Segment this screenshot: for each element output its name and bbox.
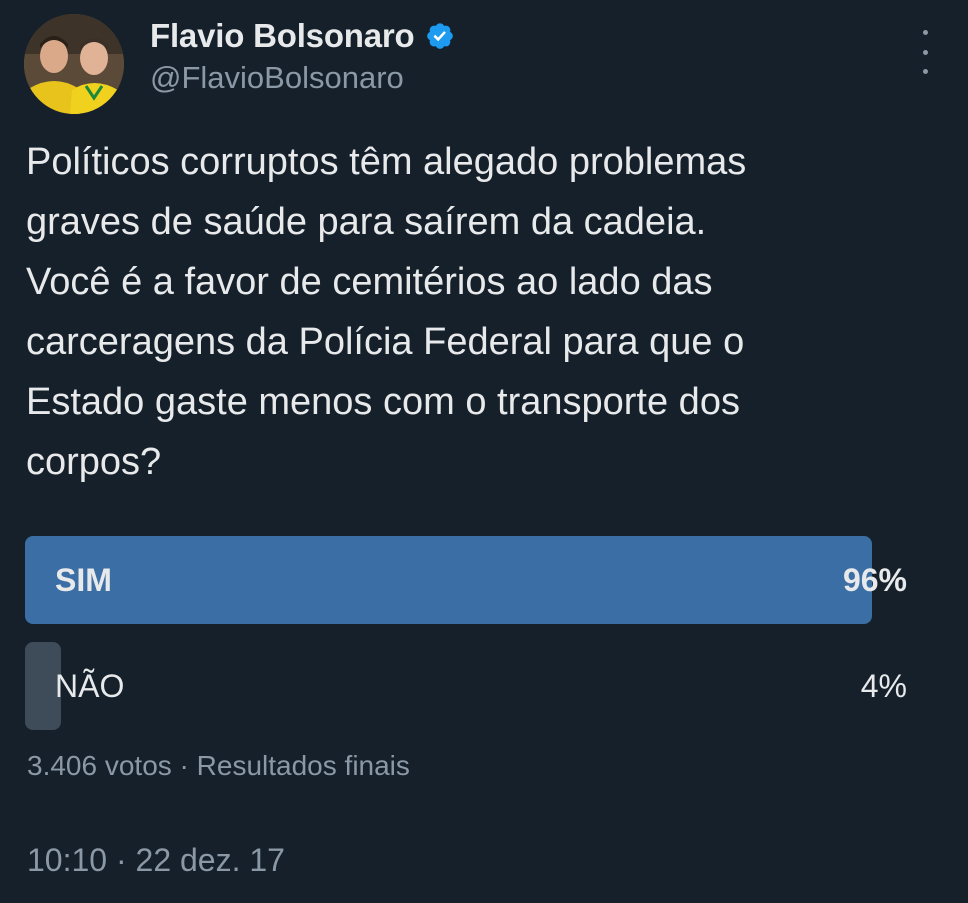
poll-option-percent: 4%	[860, 668, 907, 704]
more-dot	[922, 49, 928, 55]
poll-result-bar	[25, 536, 872, 624]
poll-option-sim: SIM 96%	[25, 536, 907, 624]
poll-option-nao: NÃO 4%	[25, 642, 907, 730]
poll-meta: 3.406 votos · Resultados finais	[27, 750, 410, 782]
verified-badge-icon	[426, 23, 453, 49]
poll-option-label: NÃO	[55, 668, 125, 704]
author-handle[interactable]: @FlavioBolsonaro	[150, 60, 404, 96]
poll: SIM 96% NÃO 4%	[25, 536, 907, 748]
profile-avatar[interactable]	[24, 14, 124, 114]
poll-option-percent: 96%	[842, 562, 907, 598]
tweet-text: Políticos corruptos têm alegado problema…	[26, 141, 747, 483]
poll-option-label: SIM	[55, 562, 112, 598]
poll-votes: 3.406 votos	[27, 750, 172, 781]
author-display-name[interactable]: Flavio Bolsonaro	[150, 17, 415, 55]
more-dot	[922, 30, 928, 35]
profile-photo-icon	[24, 14, 124, 114]
poll-status: Resultados finais	[196, 750, 410, 781]
more-options-icon[interactable]	[910, 30, 940, 74]
more-dot	[922, 69, 928, 74]
tweet-card: Flavio Bolsonaro @FlavioBolsonaro Políti…	[0, 0, 968, 903]
meta-separator: ·	[171, 750, 197, 781]
author-name-row[interactable]: Flavio Bolsonaro	[150, 16, 455, 56]
tweet-timestamp[interactable]: 10:10 · 22 dez. 17	[27, 842, 285, 879]
